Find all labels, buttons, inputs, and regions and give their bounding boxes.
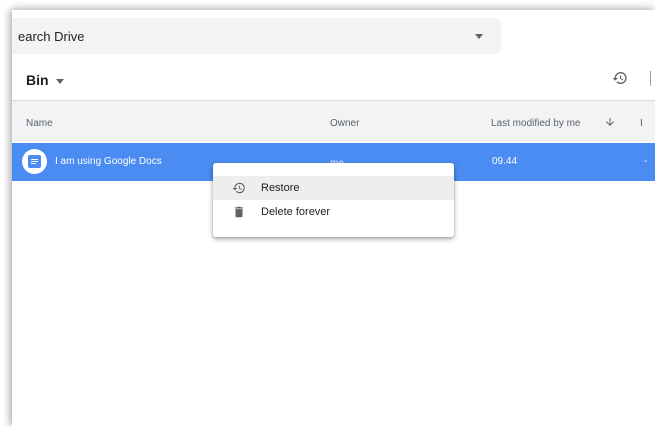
- arrow-down-icon[interactable]: [604, 115, 616, 129]
- history-icon[interactable]: [612, 70, 628, 86]
- column-header-extra[interactable]: I: [640, 118, 643, 129]
- file-name: I am using Google Docs: [55, 156, 162, 167]
- column-header-name[interactable]: Name: [26, 118, 53, 129]
- search-input[interactable]: earch Drive: [18, 29, 84, 44]
- history-icon: [232, 182, 245, 194]
- page-title: Bin: [26, 72, 49, 88]
- chevron-down-icon: [55, 78, 64, 84]
- menu-item-restore[interactable]: Restore: [213, 176, 454, 200]
- details-toggle-edge[interactable]: [650, 71, 654, 86]
- page-title-dropdown[interactable]: Bin: [26, 72, 64, 88]
- menu-item-label: Delete forever: [261, 206, 331, 218]
- menu-item-label: Restore: [261, 182, 300, 194]
- menu-item-delete-forever[interactable]: Delete forever: [213, 200, 454, 224]
- search-options-chevron-down-icon[interactable]: [475, 34, 483, 39]
- column-header-row: Name Owner Last modified by me I: [12, 102, 655, 142]
- file-size: -: [644, 156, 648, 167]
- google-docs-icon: [22, 149, 47, 174]
- column-header-owner[interactable]: Owner: [330, 118, 359, 129]
- file-last-modified: 09.44: [492, 156, 518, 167]
- trash-icon: [234, 206, 244, 218]
- search-bar[interactable]: earch Drive: [12, 18, 501, 54]
- header-divider: [12, 100, 655, 101]
- drive-window: earch Drive Bin Name Owner Last modified…: [12, 10, 655, 426]
- context-menu: Restore Delete forever: [213, 163, 454, 237]
- column-header-last-modified[interactable]: Last modified by me: [491, 118, 581, 129]
